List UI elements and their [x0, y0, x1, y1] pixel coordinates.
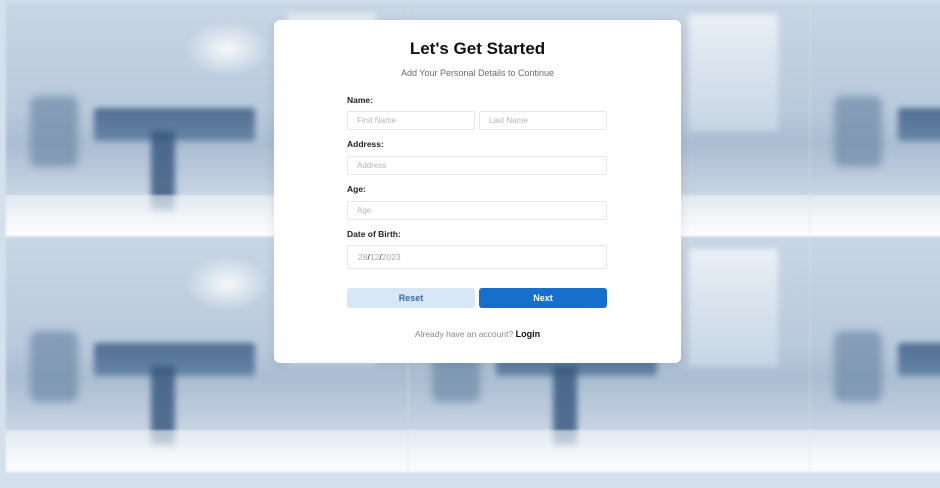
- age-input[interactable]: [347, 201, 607, 220]
- date-of-birth-input[interactable]: 28/12/2023: [347, 245, 607, 269]
- background-tile: [810, 237, 940, 472]
- dob-label: Date of Birth:: [347, 229, 401, 239]
- background-tile: [810, 2, 940, 237]
- page-title: Let's Get Started: [409, 39, 546, 58]
- first-name-input[interactable]: [347, 111, 475, 130]
- age-label: Age:: [347, 184, 366, 194]
- last-name-input[interactable]: [479, 111, 607, 130]
- signup-card: Let's Get Started Add Your Personal Deta…: [274, 20, 681, 363]
- dob-year: 2023: [381, 252, 401, 262]
- dob-month: 12: [369, 252, 380, 262]
- page-subtitle: Add Your Personal Details to Continue: [400, 68, 555, 78]
- address-label: Address:: [347, 139, 384, 149]
- address-input[interactable]: [347, 156, 607, 175]
- login-link[interactable]: Login: [516, 329, 541, 339]
- next-button[interactable]: Next: [479, 288, 607, 308]
- login-prompt: Already have an account? Login: [274, 329, 681, 339]
- login-prompt-text: Already have an account?: [414, 329, 514, 339]
- name-label: Name:: [347, 95, 373, 105]
- reset-button[interactable]: Reset: [347, 288, 475, 308]
